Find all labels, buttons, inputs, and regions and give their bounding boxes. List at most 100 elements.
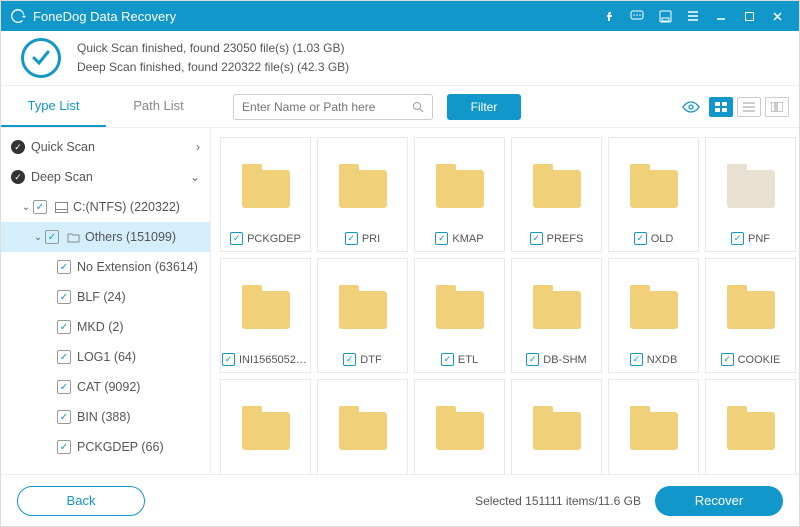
content-area: ✓ Quick Scan › ✓ Deep Scan ⌄ ⌄ C:(NTFS) … [1,128,799,474]
checkbox[interactable] [57,440,71,454]
quick-scan-result: Quick Scan finished, found 23050 file(s)… [77,39,349,58]
sidebar-label: MKD (2) [77,320,124,334]
checkbox[interactable] [57,320,71,334]
folder-icon [242,291,290,329]
view-list-button[interactable] [737,97,761,117]
checkbox[interactable] [33,200,47,214]
file-cell[interactable]: INI [220,379,311,474]
close-icon[interactable] [765,4,789,28]
minimize-icon[interactable] [709,4,733,28]
chevron-right-icon: › [196,140,200,154]
folder-icon [533,412,581,450]
checkbox[interactable] [634,232,647,245]
checkbox[interactable] [435,232,448,245]
checkbox[interactable] [530,232,543,245]
file-cell[interactable]: PNF [705,137,796,252]
file-cell[interactable]: PCKGDEP [220,137,311,252]
preview-toggle-icon[interactable] [681,100,701,114]
file-cell[interactable]: DTF [317,258,408,373]
folder-icon [339,291,387,329]
sidebar-item[interactable]: MKD (2) [1,312,210,342]
checkbox[interactable] [222,353,235,366]
checkbox[interactable] [45,230,59,244]
folder-icon [436,170,484,208]
save-icon[interactable] [653,4,677,28]
folder-icon [533,170,581,208]
file-name: INI1565052569 [239,354,309,366]
checkbox[interactable] [526,353,539,366]
dot-icon: ✓ [11,170,25,184]
sidebar-deep-scan[interactable]: ✓ Deep Scan ⌄ [1,162,210,192]
feedback-icon[interactable] [625,4,649,28]
file-cell[interactable]: PREFS [511,137,602,252]
deep-scan-result: Deep Scan finished, found 220322 file(s)… [77,58,349,77]
checkbox[interactable] [57,260,71,274]
tab-type-list[interactable]: Type List [1,86,106,127]
chevron-down-icon: ⌄ [19,202,33,213]
file-cell[interactable]: KMAP [414,137,505,252]
sidebar-item[interactable]: No Extension (63614) [1,252,210,282]
file-cell[interactable]: MANIFEST [511,379,602,474]
view-grid-button[interactable] [709,97,733,117]
sidebar-label: LOG1 (64) [77,350,136,364]
file-cell[interactable]: INI1565052569 [220,258,311,373]
sidebar-item[interactable]: BLF (24) [1,282,210,312]
checkbox[interactable] [630,353,643,366]
checkbox[interactable] [57,290,71,304]
file-cell[interactable]: DB-SHM [511,258,602,373]
file-cell[interactable]: ETL [414,258,505,373]
recover-button[interactable]: Recover [655,486,783,516]
file-name: PRI [362,233,380,245]
menu-icon[interactable] [681,4,705,28]
file-cell[interactable]: OLD [608,137,699,252]
sidebar-item[interactable]: PCKGDEP (66) [1,432,210,462]
file-cell[interactable]: UI [317,379,408,474]
checkbox[interactable] [345,232,358,245]
sidebar-quick-scan[interactable]: ✓ Quick Scan › [1,132,210,162]
folder-icon [65,232,81,243]
tab-path-list[interactable]: Path List [106,86,211,127]
back-button[interactable]: Back [17,486,145,516]
sidebar-label: Deep Scan [31,170,93,184]
sidebar-drive[interactable]: ⌄ C:(NTFS) (220322) [1,192,210,222]
sidebar-others[interactable]: ⌄ Others (151099) [1,222,210,252]
search-input[interactable] [242,100,412,114]
checkbox[interactable] [343,353,356,366]
file-cell[interactable]: NXDB [608,258,699,373]
maximize-icon[interactable] [737,4,761,28]
app-title: FoneDog Data Recovery [33,9,176,24]
folder-icon [727,170,775,208]
checkbox[interactable] [731,232,744,245]
checkbox[interactable] [57,350,71,364]
file-cell[interactable]: COOKIE [705,258,796,373]
sidebar-label: Others (151099) [85,230,176,244]
search-box[interactable] [233,94,433,120]
file-cell[interactable]: DATA [705,379,796,474]
app-logo-icon [9,7,27,25]
search-icon[interactable] [412,101,424,113]
facebook-icon[interactable] [597,4,621,28]
checkbox[interactable] [57,380,71,394]
checkbox[interactable] [721,353,734,366]
file-cell[interactable]: DEF [414,379,505,474]
file-name: NXDB [647,354,678,366]
footer: Back Selected 151111 items/11.6 GB Recov… [1,474,799,526]
checkbox[interactable] [441,353,454,366]
file-cell[interactable]: NVX [608,379,699,474]
sidebar-item[interactable]: BIN (388) [1,402,210,432]
sidebar-item[interactable]: LOG1 (64) [1,342,210,372]
file-name: OLD [651,233,674,245]
filter-button[interactable]: Filter [447,94,521,120]
dot-icon: ✓ [11,140,25,154]
file-name: PNF [748,233,770,245]
check-circle-icon [21,38,61,78]
sidebar-item[interactable]: CAT (9092) [1,372,210,402]
folder-icon [436,291,484,329]
folder-icon [727,412,775,450]
file-name: DB-SHM [543,354,586,366]
folder-icon [242,412,290,450]
checkbox[interactable] [57,410,71,424]
file-cell[interactable]: PRI [317,137,408,252]
checkbox[interactable] [230,232,243,245]
view-detail-button[interactable] [765,97,789,117]
